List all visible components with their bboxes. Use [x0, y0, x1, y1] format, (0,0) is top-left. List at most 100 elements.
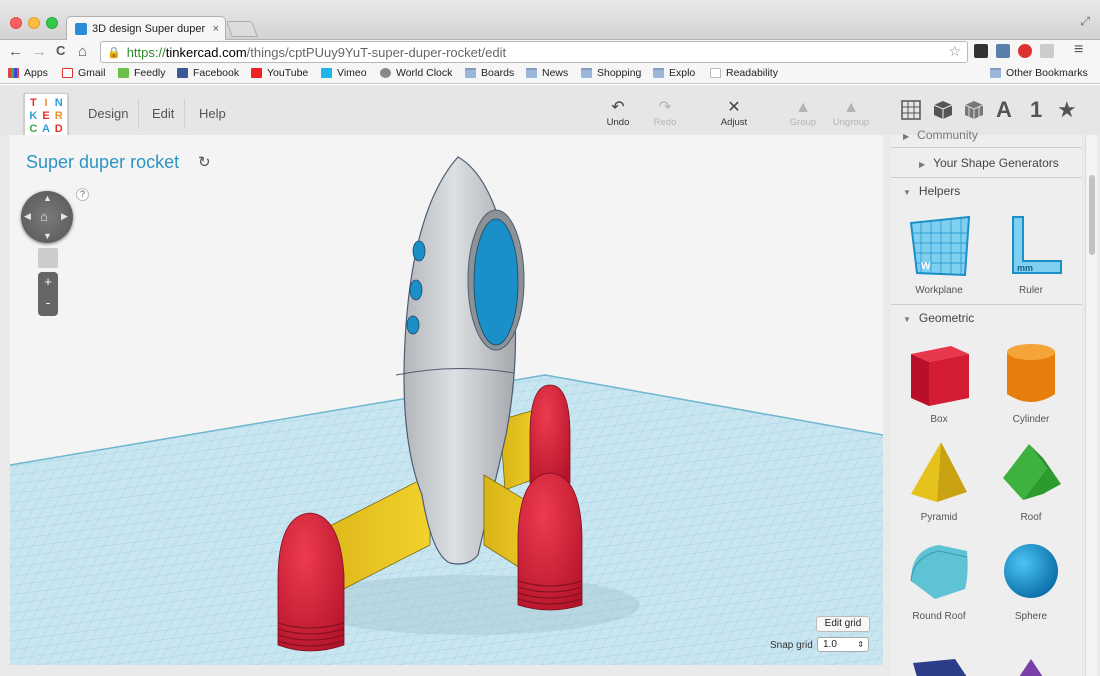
extension-icon[interactable]	[974, 44, 988, 58]
shapes-panel: ▶ Community ▶ Your Shape Generators ▼ Helpe…	[891, 128, 1082, 676]
scrollbar-thumb[interactable]	[1089, 175, 1095, 255]
wire-cube-icon[interactable]	[963, 99, 985, 121]
design-title[interactable]: Super duper rocket	[26, 152, 179, 173]
tinkercad-logo[interactable]: T I N K E R C A D	[24, 93, 68, 137]
helpers-section[interactable]: ▼ Helpers	[891, 184, 1082, 198]
adjust-button[interactable]: ✕ Adjust	[709, 99, 759, 128]
redo-icon: ↷	[658, 99, 672, 116]
edit-grid-button[interactable]: Edit grid	[816, 616, 870, 632]
bookmark-label: Vimeo	[337, 67, 367, 79]
extension-icon[interactable]	[996, 44, 1010, 58]
roof-icon	[1003, 444, 1061, 500]
adjust-icon: ✕	[727, 99, 741, 116]
group-button[interactable]: ▲ Group	[778, 99, 828, 128]
address-bar[interactable]: 🔒 https:// tinkercad.com /things/cptPUuy…	[100, 41, 968, 63]
zoom-in-button[interactable]: +	[38, 272, 58, 294]
close-window-button[interactable]	[10, 17, 22, 29]
back-icon[interactable]: ←	[8, 43, 23, 60]
workplane-icon: W	[909, 215, 971, 277]
shape-ruler[interactable]: mm Ruler	[991, 213, 1071, 296]
folder-icon	[526, 68, 537, 78]
new-tab-button[interactable]	[226, 21, 258, 37]
bookmark-facebook[interactable]: Facebook	[177, 67, 239, 79]
shape-partial[interactable]	[991, 657, 1071, 676]
bookmark-readability[interactable]: Readability	[710, 67, 778, 79]
orbit-control[interactable]: ▲ ▼ ◀ ▶ ⌂	[21, 191, 73, 243]
group-icon: ▲	[795, 99, 811, 116]
orbit-right-icon[interactable]: ▶	[61, 211, 68, 222]
zoom-window-button[interactable]	[46, 17, 58, 29]
view-cube-icon[interactable]	[38, 248, 58, 268]
opera-icon[interactable]	[1018, 44, 1032, 58]
menu-design[interactable]: Design	[88, 106, 128, 121]
number-shapes-icon[interactable]: 1	[1030, 97, 1042, 123]
zoom-control: + -	[38, 272, 58, 316]
shape-round-roof[interactable]: Round Roof	[899, 537, 979, 622]
shape-workplane[interactable]: W Workplane	[899, 213, 979, 296]
bookmark-explo[interactable]: Explo	[653, 67, 695, 79]
fullscreen-icon[interactable]: ⤢	[1080, 14, 1090, 29]
menu-help[interactable]: Help	[199, 106, 226, 121]
shape-cube-icon[interactable]	[932, 99, 954, 121]
bookmark-other[interactable]: Other Bookmarks	[990, 67, 1088, 79]
shape-roof[interactable]: Roof	[991, 438, 1071, 523]
menu-edit[interactable]: Edit	[152, 106, 174, 121]
folder-icon	[465, 68, 476, 78]
shape-pyramid[interactable]: Pyramid	[899, 438, 979, 523]
minimize-window-button[interactable]	[28, 17, 40, 29]
undo-button[interactable]: ↶ Undo	[593, 99, 643, 128]
bookmark-youtube[interactable]: YouTube	[251, 67, 308, 79]
redo-button[interactable]: ↷ Redo	[640, 99, 690, 128]
shape-cylinder[interactable]: Cylinder	[991, 340, 1071, 425]
redo-label: Redo	[653, 117, 677, 128]
bookmark-feedly[interactable]: Feedly	[118, 67, 166, 79]
bookmark-star-icon[interactable]: ☆	[948, 43, 961, 60]
forward-icon[interactable]: →	[32, 43, 47, 60]
shape-label: Sphere	[1014, 611, 1048, 622]
browser-tab[interactable]: 3D design Super duper rocket ×	[66, 16, 226, 40]
shape-partial[interactable]	[899, 657, 979, 676]
workplane-scene[interactable]	[10, 135, 883, 665]
bookmark-gmail[interactable]: Gmail	[62, 67, 105, 79]
home-icon[interactable]: ⌂	[78, 43, 87, 60]
orbit-down-icon[interactable]: ▼	[43, 231, 52, 241]
design-canvas[interactable]: Super duper rocket ↻ ▲ ▼ ◀ ▶ ⌂ ? + - Edi…	[10, 135, 883, 665]
reload-icon[interactable]: C	[56, 43, 65, 58]
bookmark-label: Apps	[24, 67, 48, 79]
grid-view-icon[interactable]	[900, 99, 922, 121]
bookmark-world-clock[interactable]: World Clock	[380, 67, 452, 79]
bookmark-apps[interactable]: Apps	[8, 67, 48, 79]
bookmark-vimeo[interactable]: Vimeo	[321, 67, 367, 79]
home-view-icon[interactable]: ⌂	[40, 209, 48, 224]
snap-grid-value: 1.0	[823, 639, 837, 650]
shape-sphere[interactable]: Sphere	[991, 537, 1071, 622]
shape-generators-section[interactable]: ▶ Your Shape Generators	[891, 156, 1082, 170]
favorites-star-icon[interactable]: ★	[1057, 97, 1077, 123]
url-path: /things/cptPUuy9YuT-super-duper-rocket/e…	[246, 44, 507, 60]
orbit-left-icon[interactable]: ◀	[24, 211, 31, 222]
orbit-up-icon[interactable]: ▲	[43, 193, 52, 203]
chrome-menu-icon[interactable]: ≡	[1074, 41, 1083, 59]
geometric-section[interactable]: ▼ Geometric	[891, 311, 1082, 325]
facebook-icon	[177, 68, 188, 78]
help-icon[interactable]: ?	[76, 188, 89, 201]
tab-close-icon[interactable]: ×	[213, 23, 219, 35]
refresh-icon[interactable]: ↻	[198, 153, 211, 171]
snap-grid-select[interactable]: 1.0 ⇕	[817, 637, 869, 652]
text-shapes-icon[interactable]: A	[996, 97, 1012, 123]
bookmark-boards[interactable]: Boards	[465, 67, 514, 79]
shape-box[interactable]: Box	[899, 340, 979, 425]
logo-letter: E	[42, 110, 50, 122]
extension-icon[interactable]	[1040, 44, 1054, 58]
bookmark-news[interactable]: News	[526, 67, 568, 79]
bookmark-shopping[interactable]: Shopping	[581, 67, 641, 79]
logo-letter: K	[29, 110, 38, 122]
bookmarks-bar: Apps Gmail Feedly Facebook YouTube Vimeo…	[0, 64, 1100, 84]
ungroup-button[interactable]: ▲ Ungroup	[826, 99, 876, 128]
url-scheme: https://	[126, 44, 166, 60]
panel-scrollbar[interactable]	[1085, 135, 1097, 676]
zoom-out-button[interactable]: -	[38, 294, 58, 316]
svg-text:mm: mm	[1017, 263, 1033, 273]
community-section[interactable]: ▶ Community	[891, 128, 1082, 142]
box-icon	[911, 346, 969, 406]
